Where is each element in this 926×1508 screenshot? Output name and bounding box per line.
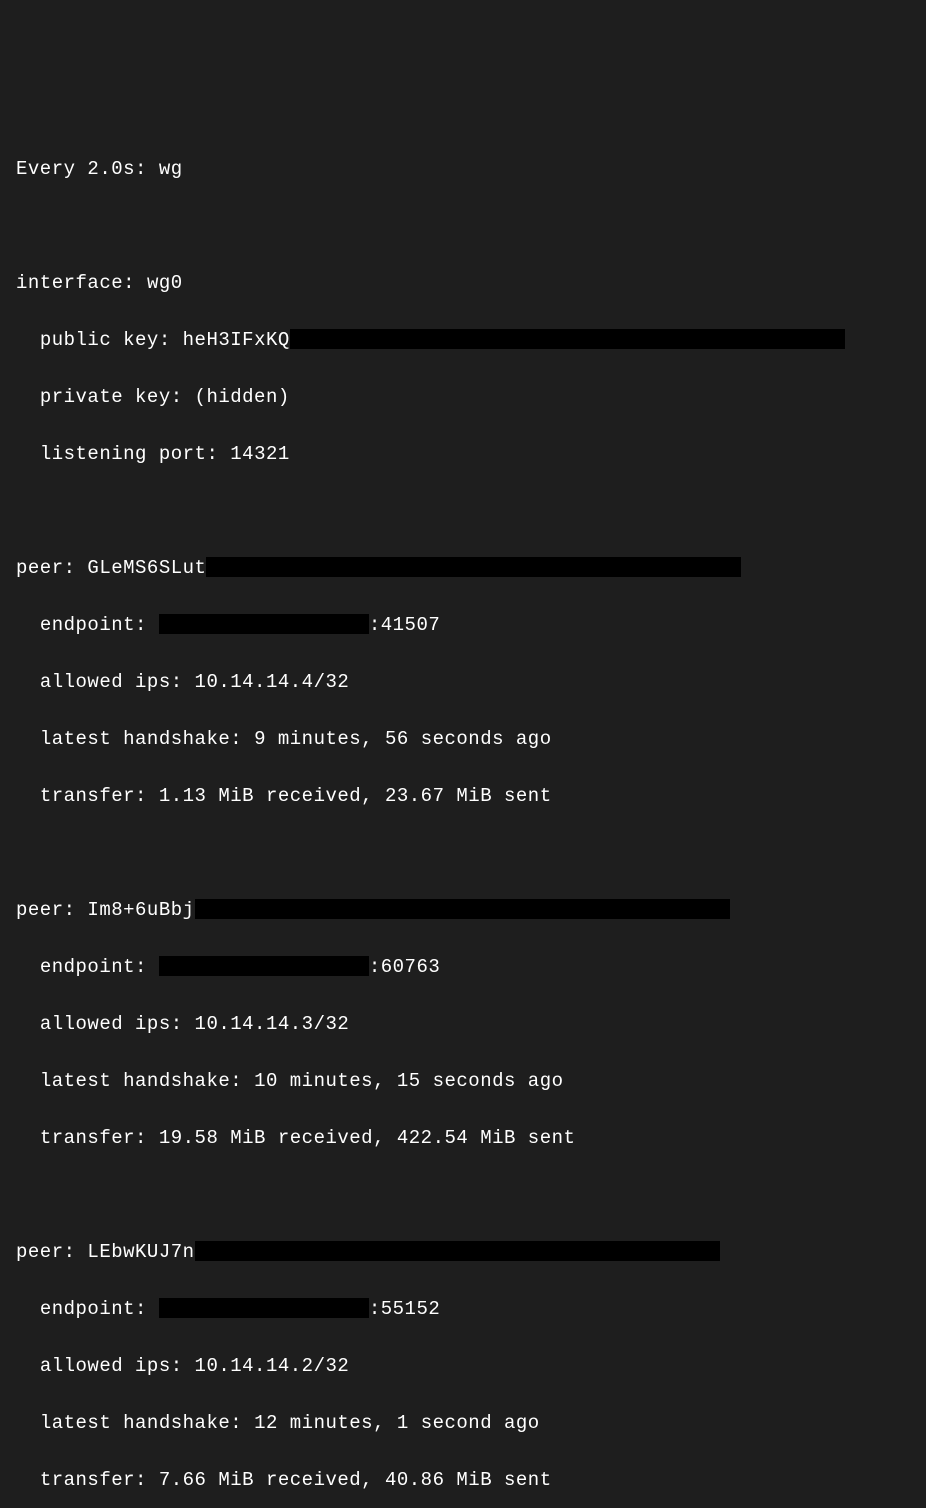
handshake-value: 10 minutes, 15 seconds ago <box>254 1070 563 1092</box>
transfer-line: transfer: 1.13 MiB received, 23.67 MiB s… <box>16 782 910 811</box>
allowed-ips-line: allowed ips: 10.14.14.4/32 <box>16 668 910 697</box>
peer-header: peer: Im8+6uBbj <box>16 896 910 925</box>
handshake-label: latest handshake <box>40 728 230 750</box>
endpoint-label: endpoint <box>40 614 135 636</box>
endpoint-port: :55152 <box>369 1298 440 1320</box>
allowed-ips-label: allowed ips <box>40 671 171 693</box>
peer-key-prefix: GLeMS6SLut <box>87 557 206 579</box>
interface-label: interface <box>16 272 123 294</box>
endpoint-port: :41507 <box>369 614 440 636</box>
redacted-block <box>206 557 741 578</box>
interface-line: interface: wg0 <box>16 269 910 298</box>
peer-key-prefix: LEbwKUJ7n <box>87 1241 194 1263</box>
endpoint-port: :60763 <box>369 956 440 978</box>
redacted-block <box>195 1241 720 1262</box>
public-key-label: public key <box>40 329 159 351</box>
public-key-line: public key: heH3IFxKQ <box>16 326 910 355</box>
transfer-value: 19.58 MiB received, 422.54 MiB sent <box>159 1127 576 1149</box>
redacted-block <box>159 614 369 635</box>
transfer-label: transfer <box>40 1127 135 1149</box>
handshake-line: latest handshake: 9 minutes, 56 seconds … <box>16 725 910 754</box>
endpoint-line: endpoint: :60763 <box>16 953 910 982</box>
allowed-ips-line: allowed ips: 10.14.14.2/32 <box>16 1352 910 1381</box>
allowed-ips-label: allowed ips <box>40 1355 171 1377</box>
transfer-value: 7.66 MiB received, 40.86 MiB sent <box>159 1469 552 1491</box>
transfer-line: transfer: 7.66 MiB received, 40.86 MiB s… <box>16 1466 910 1495</box>
listening-port-line: listening port: 14321 <box>16 440 910 469</box>
private-key-label: private key <box>40 386 171 408</box>
peer-key-prefix: Im8+6uBbj <box>87 899 194 921</box>
allowed-ips-value: 10.14.14.4/32 <box>195 671 350 693</box>
allowed-ips-label: allowed ips <box>40 1013 171 1035</box>
peer-label: peer <box>16 1241 64 1263</box>
handshake-line: latest handshake: 12 minutes, 1 second a… <box>16 1409 910 1438</box>
peer-header: peer: GLeMS6SLut <box>16 554 910 583</box>
transfer-value: 1.13 MiB received, 23.67 MiB sent <box>159 785 552 807</box>
endpoint-line: endpoint: :41507 <box>16 611 910 640</box>
listening-port-value: 14321 <box>230 443 290 465</box>
redacted-block <box>159 1298 369 1319</box>
peer-header: peer: LEbwKUJ7n <box>16 1238 910 1267</box>
interface-name: wg0 <box>147 272 183 294</box>
allowed-ips-value: 10.14.14.2/32 <box>195 1355 350 1377</box>
redacted-block <box>290 329 845 350</box>
endpoint-line: endpoint: :55152 <box>16 1295 910 1324</box>
endpoint-label: endpoint <box>40 956 135 978</box>
allowed-ips-value: 10.14.14.3/32 <box>195 1013 350 1035</box>
transfer-label: transfer <box>40 1469 135 1491</box>
transfer-label: transfer <box>40 785 135 807</box>
peer-label: peer <box>16 557 64 579</box>
transfer-line: transfer: 19.58 MiB received, 422.54 MiB… <box>16 1124 910 1153</box>
private-key-value: (hidden) <box>195 386 290 408</box>
handshake-value: 12 minutes, 1 second ago <box>254 1412 540 1434</box>
watch-header: Every 2.0s: wg <box>16 155 910 184</box>
terminal-output: Every 2.0s: wg interface: wg0 public key… <box>16 126 910 1508</box>
endpoint-label: endpoint <box>40 1298 135 1320</box>
public-key-prefix: heH3IFxKQ <box>183 329 290 351</box>
private-key-line: private key: (hidden) <box>16 383 910 412</box>
handshake-label: latest handshake <box>40 1070 230 1092</box>
redacted-block <box>195 899 730 920</box>
handshake-line: latest handshake: 10 minutes, 15 seconds… <box>16 1067 910 1096</box>
listening-port-label: listening port <box>40 443 207 465</box>
redacted-block <box>159 956 369 977</box>
handshake-value: 9 minutes, 56 seconds ago <box>254 728 552 750</box>
handshake-label: latest handshake <box>40 1412 230 1434</box>
allowed-ips-line: allowed ips: 10.14.14.3/32 <box>16 1010 910 1039</box>
peer-label: peer <box>16 899 64 921</box>
